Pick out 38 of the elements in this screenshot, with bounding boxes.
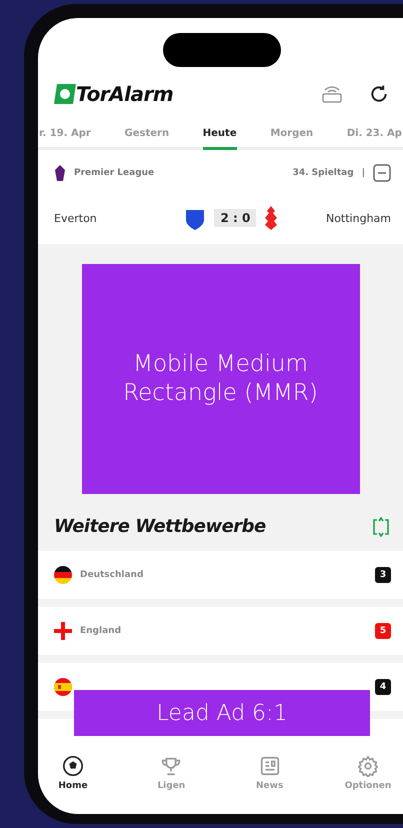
nav-tab[interactable]: Home bbox=[38, 754, 108, 814]
crest-icon bbox=[264, 206, 278, 230]
nav-tab[interactable]: Ligen bbox=[136, 754, 206, 814]
ad-banner: Mobile Medium Rectangle (MMR) bbox=[82, 264, 360, 494]
expand-icon[interactable] bbox=[371, 516, 391, 536]
ad-banner: Lead Ad 6:1 bbox=[74, 690, 370, 736]
collapse-icon[interactable] bbox=[373, 164, 391, 182]
trophy-icon bbox=[160, 755, 182, 777]
refresh-icon[interactable] bbox=[369, 84, 389, 104]
logo-icon bbox=[54, 84, 76, 104]
flag-icon bbox=[54, 622, 72, 640]
newspaper-icon bbox=[258, 755, 281, 777]
away-team: Nottingham bbox=[326, 212, 391, 224]
nav-tab[interactable]: Optionen bbox=[332, 754, 403, 814]
date-tab[interactable]: Morgen bbox=[270, 120, 314, 150]
date-tab[interactable]: Di. 23. Ap bbox=[346, 120, 402, 150]
home-team: Everton bbox=[54, 212, 97, 224]
settings-icon bbox=[356, 755, 379, 777]
date-tab[interactable]: Heute bbox=[202, 120, 237, 150]
separator-text: | bbox=[362, 168, 365, 178]
competition-name: England bbox=[80, 626, 122, 636]
section-title: Weitere Wettbewerbe bbox=[54, 516, 266, 537]
date-tab[interactable]: r. 19. Apr bbox=[39, 120, 91, 150]
live-tv-icon[interactable] bbox=[321, 85, 343, 103]
app-logo: TorAlarm bbox=[76, 82, 174, 106]
matchday-label: 34. Spieltag bbox=[292, 168, 354, 178]
league-logo-icon bbox=[54, 165, 66, 181]
competition-name: Deutschland bbox=[80, 570, 144, 580]
match-score: 2 : 0 bbox=[214, 209, 256, 227]
flag-icon bbox=[54, 566, 72, 584]
league-name: Premier League bbox=[74, 168, 154, 178]
football-icon bbox=[62, 755, 84, 777]
match-count: 5 bbox=[375, 623, 391, 639]
match-count: 3 bbox=[375, 567, 391, 583]
match-count: 4 bbox=[375, 679, 391, 695]
flag-icon bbox=[54, 678, 72, 696]
date-tab[interactable]: Gestern bbox=[124, 120, 170, 150]
nav-tab[interactable]: News bbox=[234, 754, 305, 814]
